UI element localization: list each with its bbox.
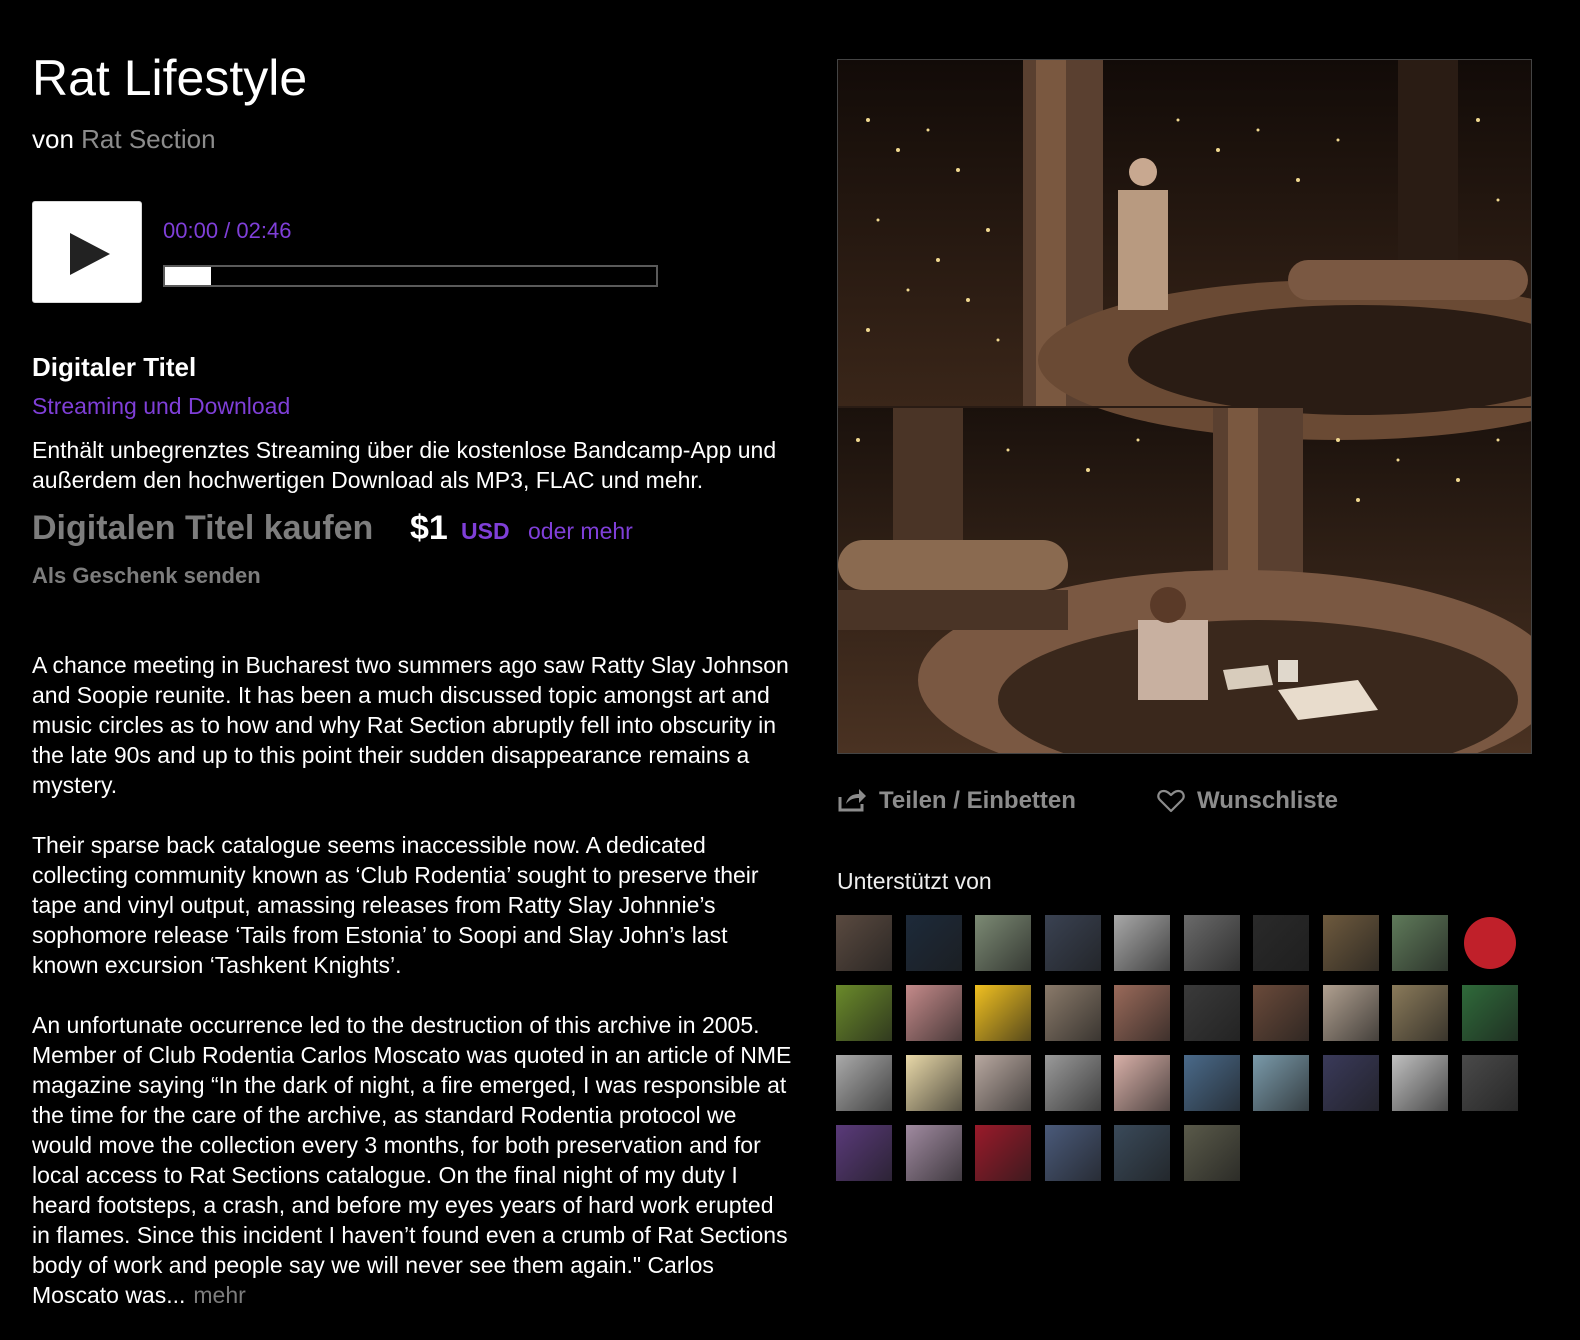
about-paragraph-3: An unfortunate occurrence led to the des… <box>32 1010 792 1310</box>
supporter-avatar[interactable] <box>836 915 892 971</box>
buy-digital-button[interactable]: Digitalen Titel kaufen <box>32 506 373 550</box>
supporter-avatar[interactable] <box>975 1055 1031 1111</box>
supporter-avatar[interactable] <box>1323 915 1379 971</box>
more-link[interactable]: mehr <box>193 1282 245 1308</box>
cover-image <box>838 60 1531 753</box>
progress-bar[interactable] <box>163 265 658 287</box>
or-more-label: oder mehr <box>528 518 633 544</box>
supporter-avatar[interactable] <box>1184 985 1240 1041</box>
supporter-avatar[interactable] <box>1184 1125 1240 1181</box>
supporter-avatar[interactable] <box>975 1125 1031 1181</box>
supporter-avatar[interactable] <box>836 985 892 1041</box>
supporter-avatar[interactable] <box>1114 1055 1170 1111</box>
about-paragraph-2: Their sparse back catalogue seems inacce… <box>32 832 759 978</box>
digital-description: Enthält unbegrenztes Streaming über die … <box>32 437 777 493</box>
wishlist-label: Wunschliste <box>1197 787 1338 814</box>
play-icon <box>70 233 110 275</box>
supporter-avatar[interactable] <box>1045 985 1101 1041</box>
supporter-avatar[interactable] <box>1045 915 1101 971</box>
about-paragraph-1: A chance meeting in Bucharest two summer… <box>32 652 789 798</box>
track-time: 00:00 / 02:46 <box>163 218 292 243</box>
supporter-avatar[interactable] <box>1253 1055 1309 1111</box>
heart-icon <box>1157 789 1185 813</box>
supporter-avatar[interactable] <box>1045 1125 1101 1181</box>
send-as-gift-link[interactable]: Als Geschenk senden <box>32 561 261 591</box>
share-embed-label: Teilen / Einbetten <box>879 787 1076 814</box>
supporter-avatar[interactable] <box>1462 915 1518 971</box>
supporter-avatar[interactable] <box>1114 1125 1170 1181</box>
supporter-avatar[interactable] <box>1392 915 1448 971</box>
supporter-avatar[interactable] <box>1114 985 1170 1041</box>
supporter-avatar[interactable] <box>1323 985 1379 1041</box>
wishlist-button[interactable]: Wunschliste <box>1157 784 1357 818</box>
album-title: Rat Lifestyle <box>32 50 308 106</box>
supporter-avatar[interactable] <box>1253 985 1309 1041</box>
album-actions: Teilen / Einbetten Wunschliste <box>837 784 1537 818</box>
price: $1 <box>410 509 448 547</box>
digital-heading: Digitaler Titel <box>32 352 197 382</box>
supporter-avatar[interactable] <box>1184 915 1240 971</box>
supporter-avatar[interactable] <box>975 915 1031 971</box>
progress-thumb[interactable] <box>165 267 211 285</box>
supporter-avatar[interactable] <box>1323 1055 1379 1111</box>
byline: von Rat Section <box>32 122 216 156</box>
supporter-avatar[interactable] <box>906 985 962 1041</box>
supporter-avatar[interactable] <box>1462 985 1518 1041</box>
about-paragraph-3-text: An unfortunate occurrence led to the des… <box>32 1012 792 1308</box>
supporter-avatars <box>836 915 1536 1185</box>
supporter-avatar[interactable] <box>906 915 962 971</box>
share-icon <box>838 789 866 812</box>
album-about: A chance meeting in Bucharest two summer… <box>32 650 792 1340</box>
supporter-avatar[interactable] <box>1462 1055 1518 1111</box>
play-button[interactable] <box>32 201 142 303</box>
supporter-avatar[interactable] <box>1253 915 1309 971</box>
supporter-avatar[interactable] <box>836 1125 892 1181</box>
supporter-avatar[interactable] <box>1392 985 1448 1041</box>
supporter-avatar[interactable] <box>975 985 1031 1041</box>
supporter-avatar[interactable] <box>1184 1055 1240 1111</box>
supporter-avatar[interactable] <box>906 1055 962 1111</box>
supporter-avatar[interactable] <box>1114 915 1170 971</box>
supporter-avatar[interactable] <box>906 1125 962 1181</box>
digital-subheading: Streaming und Download <box>32 393 291 419</box>
album-cover-art[interactable] <box>837 59 1532 754</box>
supporter-avatar[interactable] <box>836 1055 892 1111</box>
artist-link[interactable]: Rat Section <box>81 124 215 154</box>
supporter-avatar[interactable] <box>1392 1055 1448 1111</box>
supported-by-heading: Unterstützt von <box>837 868 992 894</box>
share-embed-button[interactable]: Teilen / Einbetten <box>837 784 1097 818</box>
by-prefix: von <box>32 124 74 154</box>
currency: USD <box>461 518 510 544</box>
supporter-avatar[interactable] <box>1045 1055 1101 1111</box>
